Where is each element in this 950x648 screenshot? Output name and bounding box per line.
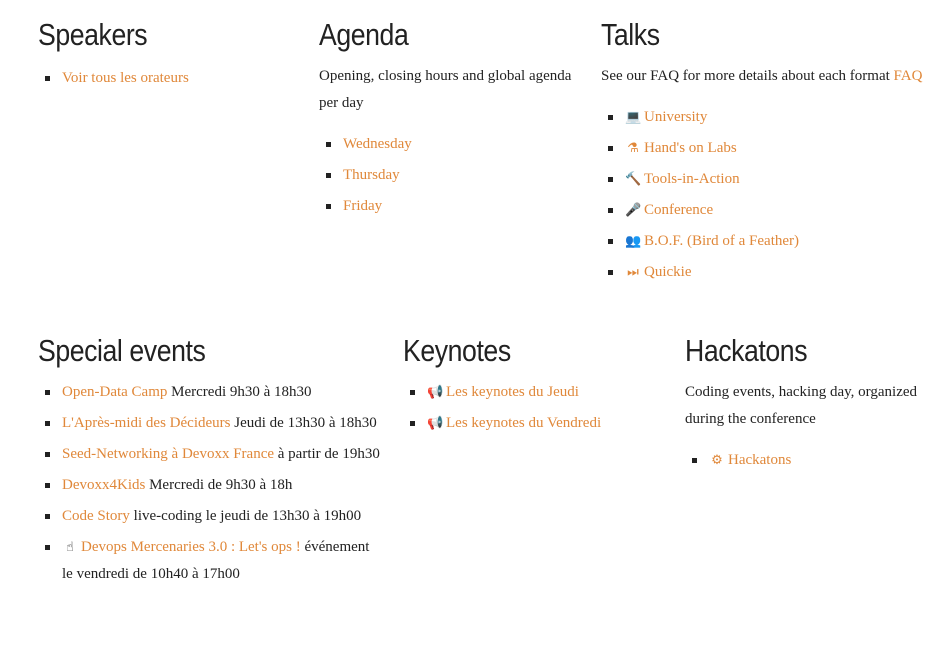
- hackatons-heading: Hackatons: [685, 333, 808, 368]
- tools-in-action-label: Tools-in-Action: [644, 171, 740, 187]
- users-icon: 👥: [625, 234, 642, 249]
- list-item: Code Story live-coding le jeudi de 13h30…: [38, 503, 383, 530]
- cogs-icon: ⚙: [711, 453, 723, 468]
- list-item: ⚗ Hand's on Labs: [601, 135, 946, 162]
- speakers-section: Speakers Voir tous les orateurs: [38, 15, 298, 92]
- talks-description-text: See our FAQ for more details about each …: [601, 68, 890, 84]
- list-item: 📢 Les keynotes du Jeudi: [403, 379, 663, 406]
- bullhorn-icon: 📢: [427, 385, 444, 400]
- hackatons-label: Hackatons: [728, 452, 792, 468]
- speakers-heading: Speakers: [38, 17, 148, 52]
- laptop-icon: 💻: [625, 110, 642, 125]
- conference-label: Conference: [644, 202, 714, 218]
- quickie-label: Quickie: [644, 264, 692, 280]
- list-item: 💻 University: [601, 104, 946, 131]
- hackatons-link[interactable]: ⚙ Hackatons: [709, 452, 791, 468]
- event-schedule: live-coding le jeudi de 13h30 à 19h00: [129, 508, 362, 524]
- hackatons-list: ⚙ Hackatons: [685, 447, 935, 474]
- event-schedule: Mercredi de 9h30 à 18h: [145, 477, 293, 493]
- hackatons-description: Coding events, hacking day, organized du…: [685, 384, 918, 427]
- talks-list: 💻 University ⚗ Hand's on Labs 🔨 Tools-in-Ac…: [601, 104, 946, 286]
- faq-link[interactable]: FAQ: [894, 68, 923, 84]
- list-item: Wednesday: [319, 131, 584, 158]
- university-link[interactable]: 💻 University: [625, 109, 707, 125]
- list-item: ☝ Devops Mercenaries 3.0 : Let's ops ! év…: [38, 534, 383, 588]
- special-events-section: Special events Open-Data Camp Mercredi 9…: [38, 331, 383, 592]
- devops-mercenaries-link[interactable]: ☝ Devops Mercenaries 3.0 : Let's ops !: [62, 539, 301, 555]
- list-item: 🔨 Tools-in-Action: [601, 166, 946, 193]
- conference-link[interactable]: 🎤 Conference: [625, 202, 713, 218]
- list-item: Seed-Networking à Devoxx France à partir…: [38, 441, 383, 468]
- bof-label: B.O.F. (Bird of a Feather): [644, 233, 800, 249]
- special-events-list: Open-Data Camp Mercredi 9h30 à 18h30 L'A…: [38, 379, 383, 588]
- bof-link[interactable]: 👥 B.O.F. (Bird of a Feather): [625, 233, 799, 249]
- list-item: 📢 Les keynotes du Vendredi: [403, 410, 663, 437]
- keynotes-jeudi-link[interactable]: 📢 Les keynotes du Jeudi: [427, 384, 579, 400]
- list-item: L'Après-midi des Décideurs Jeudi de 13h3…: [38, 410, 383, 437]
- devoxx4kids-link[interactable]: Devoxx4Kids: [62, 477, 145, 493]
- list-item: Friday: [319, 193, 584, 220]
- list-item: ⚙ Hackatons: [685, 447, 935, 474]
- agenda-list: Wednesday Thursday Friday: [319, 131, 584, 220]
- pointer-hand-icon: ☝: [66, 540, 74, 555]
- agenda-friday-link[interactable]: Friday: [343, 198, 382, 214]
- hands-on-labs-link[interactable]: ⚗ Hand's on Labs: [625, 140, 737, 156]
- keynotes-section: Keynotes 📢 Les keynotes du Jeudi 📢 Les key…: [403, 331, 663, 441]
- list-item: ⏭ Quickie: [601, 259, 946, 286]
- code-story-link[interactable]: Code Story: [62, 508, 130, 524]
- hands-on-labs-label: Hand's on Labs: [644, 140, 737, 156]
- list-item: Devoxx4Kids Mercredi de 9h30 à 18h: [38, 472, 383, 499]
- all-speakers-link[interactable]: Voir tous les orateurs: [62, 70, 189, 86]
- decideurs-link[interactable]: L'Après-midi des Décideurs: [62, 415, 231, 431]
- hackatons-section: Hackatons Coding events, hacking day, or…: [685, 331, 935, 478]
- agenda-description: Opening, closing hours and global agenda…: [319, 68, 572, 111]
- talks-section: Talks See our FAQ for more details about…: [601, 15, 946, 290]
- keynotes-vendredi-label: Les keynotes du Vendredi: [446, 415, 602, 431]
- agenda-thursday-link[interactable]: Thursday: [343, 167, 400, 183]
- event-schedule: Mercredi 9h30 à 18h30: [167, 384, 312, 400]
- talks-description: See our FAQ for more details about each …: [601, 63, 946, 90]
- event-schedule: Jeudi de 13h30 à 18h30: [230, 415, 377, 431]
- list-item: 👥 B.O.F. (Bird of a Feather): [601, 228, 946, 255]
- special-events-heading: Special events: [38, 333, 206, 368]
- agenda-heading: Agenda: [319, 17, 409, 52]
- fast-forward-icon: ⏭: [627, 265, 639, 280]
- agenda-wednesday-link[interactable]: Wednesday: [343, 136, 412, 152]
- speakers-list: Voir tous les orateurs: [38, 65, 298, 92]
- tools-in-action-link[interactable]: 🔨 Tools-in-Action: [625, 171, 740, 187]
- open-data-camp-link[interactable]: Open-Data Camp: [62, 384, 167, 400]
- event-schedule: à partir de 19h30: [274, 446, 380, 462]
- quickie-link[interactable]: ⏭ Quickie: [625, 264, 691, 280]
- keynotes-vendredi-link[interactable]: 📢 Les keynotes du Vendredi: [427, 415, 601, 431]
- bullhorn-icon: 📢: [427, 416, 444, 431]
- gavel-icon: 🔨: [625, 172, 642, 187]
- devops-mercenaries-label: Devops Mercenaries 3.0 : Let's ops !: [81, 539, 301, 555]
- university-label: University: [644, 109, 708, 125]
- list-item: Open-Data Camp Mercredi 9h30 à 18h30: [38, 379, 383, 406]
- list-item: Voir tous les orateurs: [38, 65, 298, 92]
- seed-networking-link[interactable]: Seed-Networking à Devoxx France: [62, 446, 274, 462]
- keynotes-jeudi-label: Les keynotes du Jeudi: [446, 384, 579, 400]
- talks-heading: Talks: [601, 17, 660, 52]
- keynotes-heading: Keynotes: [403, 333, 511, 368]
- keynotes-list: 📢 Les keynotes du Jeudi 📢 Les keynotes du …: [403, 379, 663, 437]
- list-item: 🎤 Conference: [601, 197, 946, 224]
- agenda-section: Agenda Opening, closing hours and global…: [319, 15, 584, 224]
- flask-icon: ⚗: [627, 141, 639, 156]
- microphone-icon: 🎤: [625, 203, 642, 218]
- list-item: Thursday: [319, 162, 584, 189]
